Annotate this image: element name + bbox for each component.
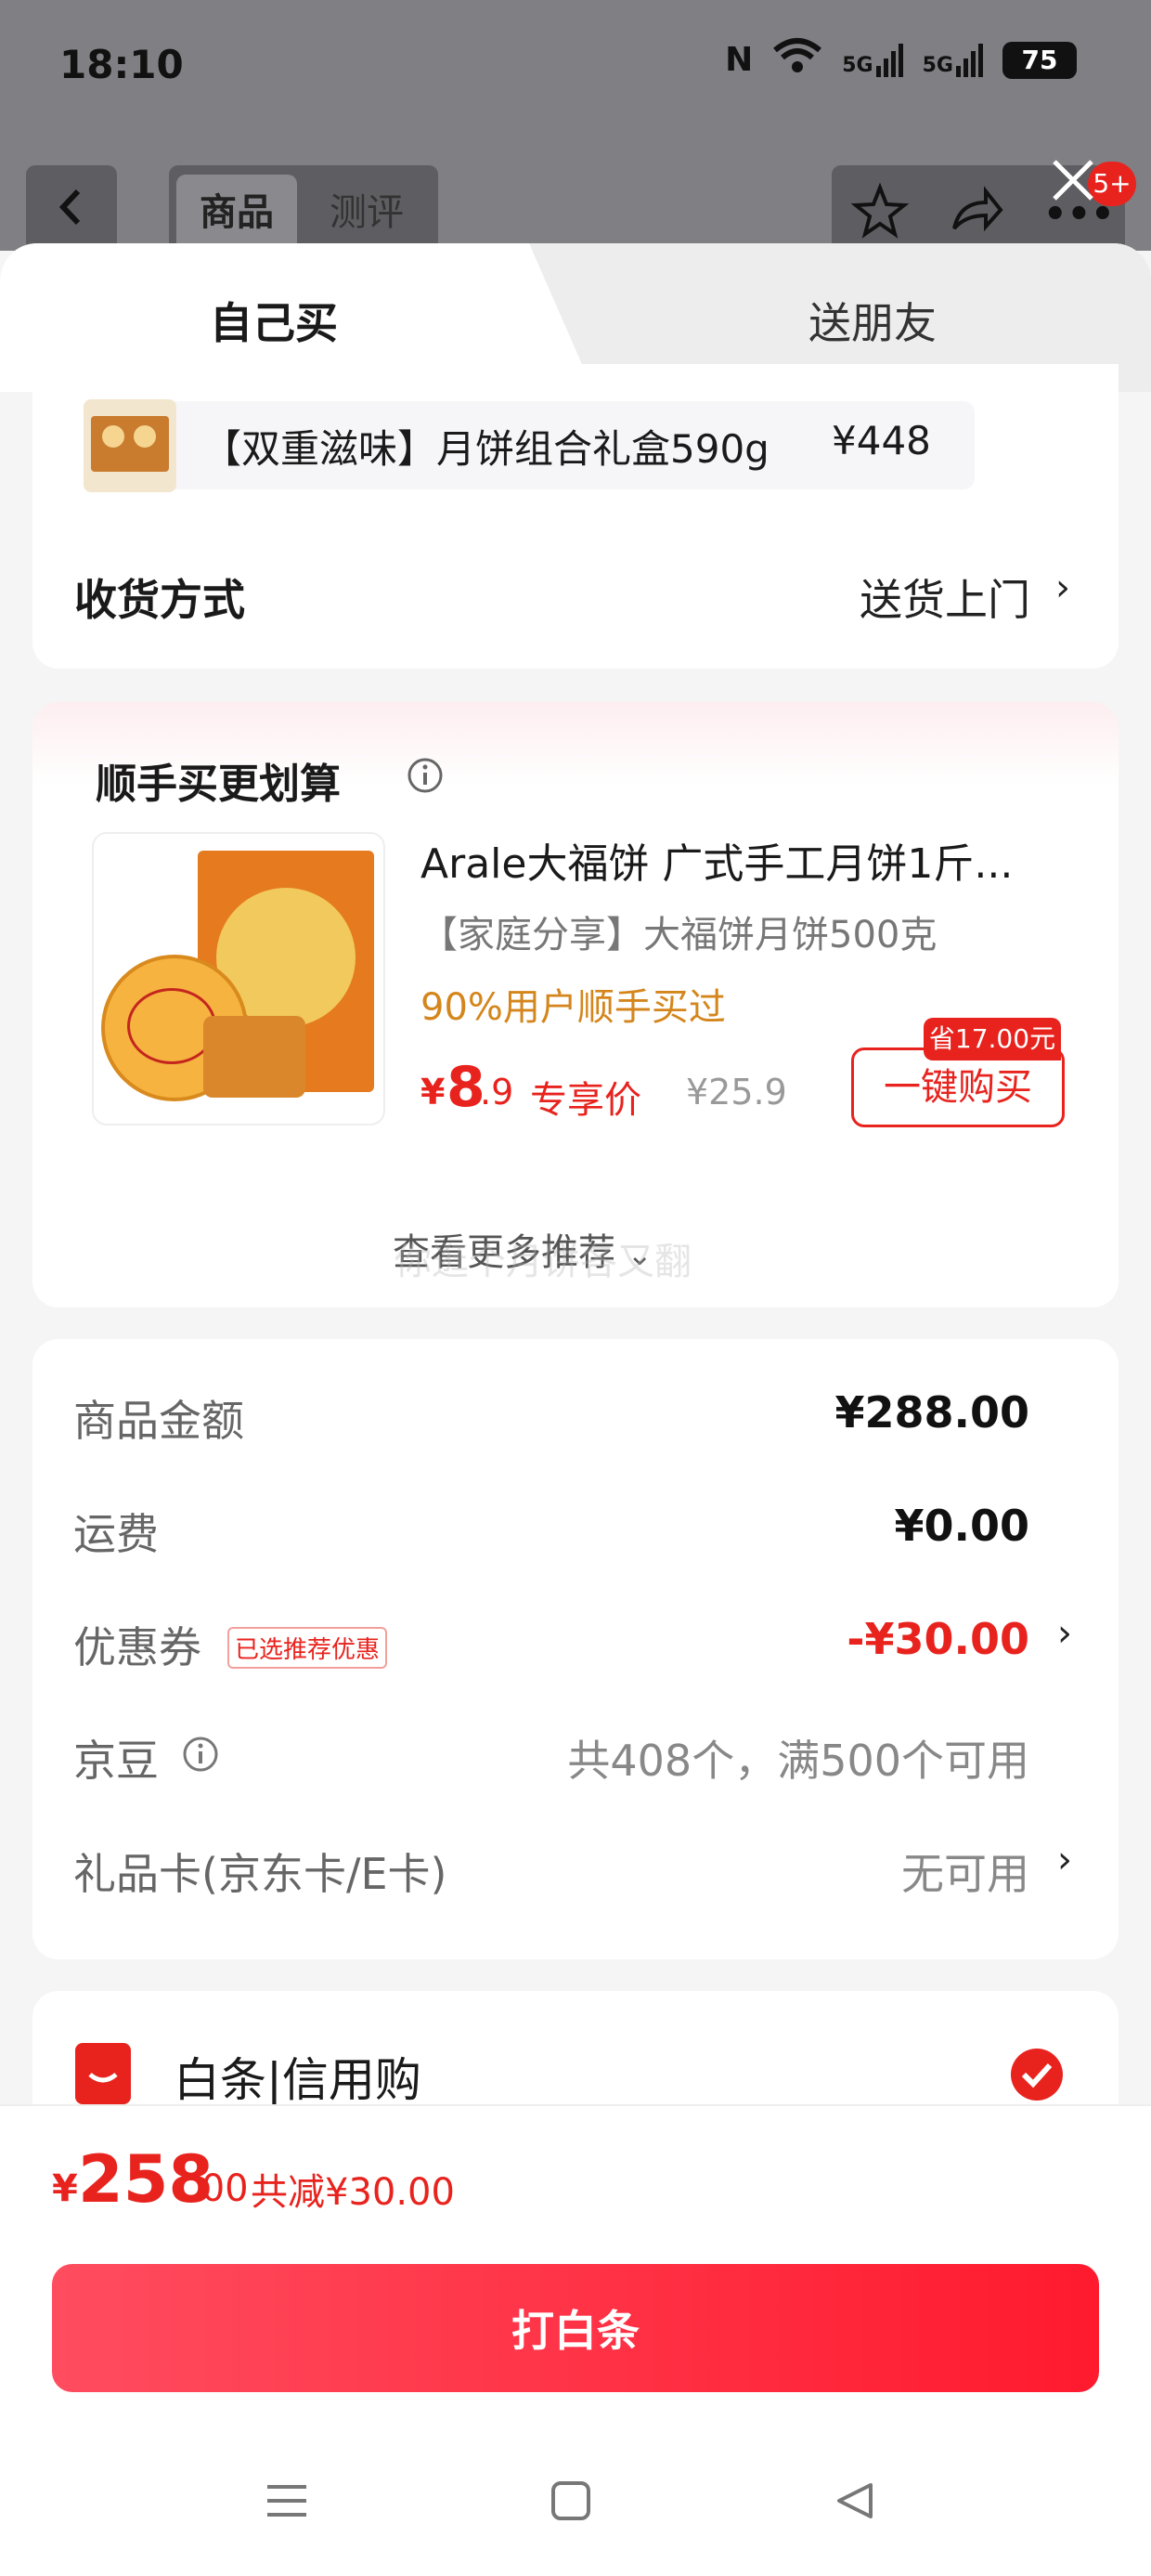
home-icon[interactable]	[550, 2479, 592, 2522]
addon-original-price: ¥25.9	[686, 1072, 787, 1112]
chevron-right-icon: ›	[1055, 566, 1070, 609]
total-discount: 共减¥30.00	[251, 2171, 455, 2214]
product-summary: 【双重滋味】月饼组合礼盒590g ¥448	[84, 399, 975, 492]
addon-item-title[interactable]: Arale大福饼 广式手工月饼1斤...	[420, 830, 1089, 890]
delivery-label: 收货方式	[74, 575, 245, 625]
product-price: ¥448	[832, 418, 931, 463]
signal-icon-2: 5G	[923, 43, 984, 77]
jingdou-value: 共408个，满500个可用	[567, 1736, 1029, 1786]
delivery-value[interactable]: 送货上门	[860, 566, 1030, 628]
status-time: 18:10	[59, 42, 184, 87]
gift-card-label: 礼品卡(京东卡/E卡)	[73, 1849, 447, 1899]
save-badge: 省17.00元	[924, 1018, 1061, 1060]
gift-card-value[interactable]: 无可用	[901, 1841, 1029, 1902]
coupon-label: 优惠券	[73, 1622, 201, 1672]
chevron-right-icon: ›	[1057, 1612, 1072, 1655]
info-icon[interactable]	[406, 756, 445, 795]
status-bar: 18:10 N 5G 5G 75	[0, 0, 1151, 139]
payment-method-label[interactable]: 白条|信用购	[174, 2043, 421, 2110]
menu-icon[interactable]	[265, 2479, 308, 2522]
signal-icon-1: 5G	[842, 43, 903, 77]
tab-product[interactable]: 商品	[176, 175, 297, 251]
addon-image[interactable]	[92, 832, 385, 1125]
baitiao-icon	[75, 2043, 131, 2104]
star-icon[interactable]	[850, 182, 910, 241]
shipping-label: 运费	[73, 1509, 159, 1559]
status-icons: N 5G 5G 75	[725, 37, 1077, 83]
battery-icon: 75	[1002, 41, 1077, 79]
shipping-value: ¥0.00	[894, 1501, 1029, 1551]
info-icon[interactable]	[181, 1735, 220, 1774]
coupon-tag: 已选推荐优惠	[227, 1627, 388, 1669]
chevron-right-icon: ›	[1057, 1839, 1072, 1881]
tab-review[interactable]: 测评	[306, 175, 427, 251]
close-icon[interactable]	[1047, 154, 1099, 206]
chevron-left-icon	[58, 189, 81, 226]
watermark: 你逛个月饼各又翻	[394, 1241, 692, 1283]
price-summary-card: 商品金额 ¥288.00 运费 ¥0.00 优惠券 已选推荐优惠 -¥30.00…	[32, 1339, 1119, 1959]
system-nav-bar	[0, 2433, 1151, 2574]
addon-popularity: 90%用户顺手买过	[420, 986, 726, 1029]
addon-item-subtitle: 【家庭分享】大福饼月饼500克	[420, 914, 938, 956]
wifi-icon	[771, 37, 823, 83]
item-amount-label: 商品金额	[73, 1396, 244, 1446]
checkmark-icon[interactable]	[1009, 2047, 1065, 2102]
jingdou-label: 京豆	[73, 1736, 159, 1786]
addon-price-symbol: ¥	[420, 1072, 446, 1112]
addon-price-tag: 专享价	[530, 1079, 641, 1122]
item-amount-value: ¥288.00	[834, 1387, 1029, 1438]
addon-price-dec: .9	[480, 1072, 514, 1112]
nfc-icon: N	[725, 41, 754, 79]
tab-self-buy-label: 自己买	[210, 298, 338, 348]
addon-card: 顺手买更划算 Arale大福饼 广式手工月饼1斤... 【家庭分享】大福饼月饼5…	[32, 702, 1119, 1308]
pay-button[interactable]: 打白条	[52, 2264, 1099, 2392]
total-dec: .00	[189, 2167, 249, 2210]
order-card: 【双重滋味】月饼组合礼盒590g ¥448 收货方式 送货上门 ›	[32, 364, 1119, 669]
coupon-value[interactable]: -¥30.00	[847, 1614, 1029, 1664]
share-icon[interactable]	[947, 182, 1006, 241]
total-symbol: ¥	[52, 2167, 78, 2210]
addon-title: 顺手买更划算	[96, 761, 341, 808]
back-nav-icon[interactable]	[834, 2479, 876, 2522]
product-thumbnail	[84, 399, 176, 492]
tab-gift-friend[interactable]: 送朋友	[594, 290, 1151, 351]
product-name: 【双重滋味】月饼组合礼盒590g	[202, 426, 769, 472]
